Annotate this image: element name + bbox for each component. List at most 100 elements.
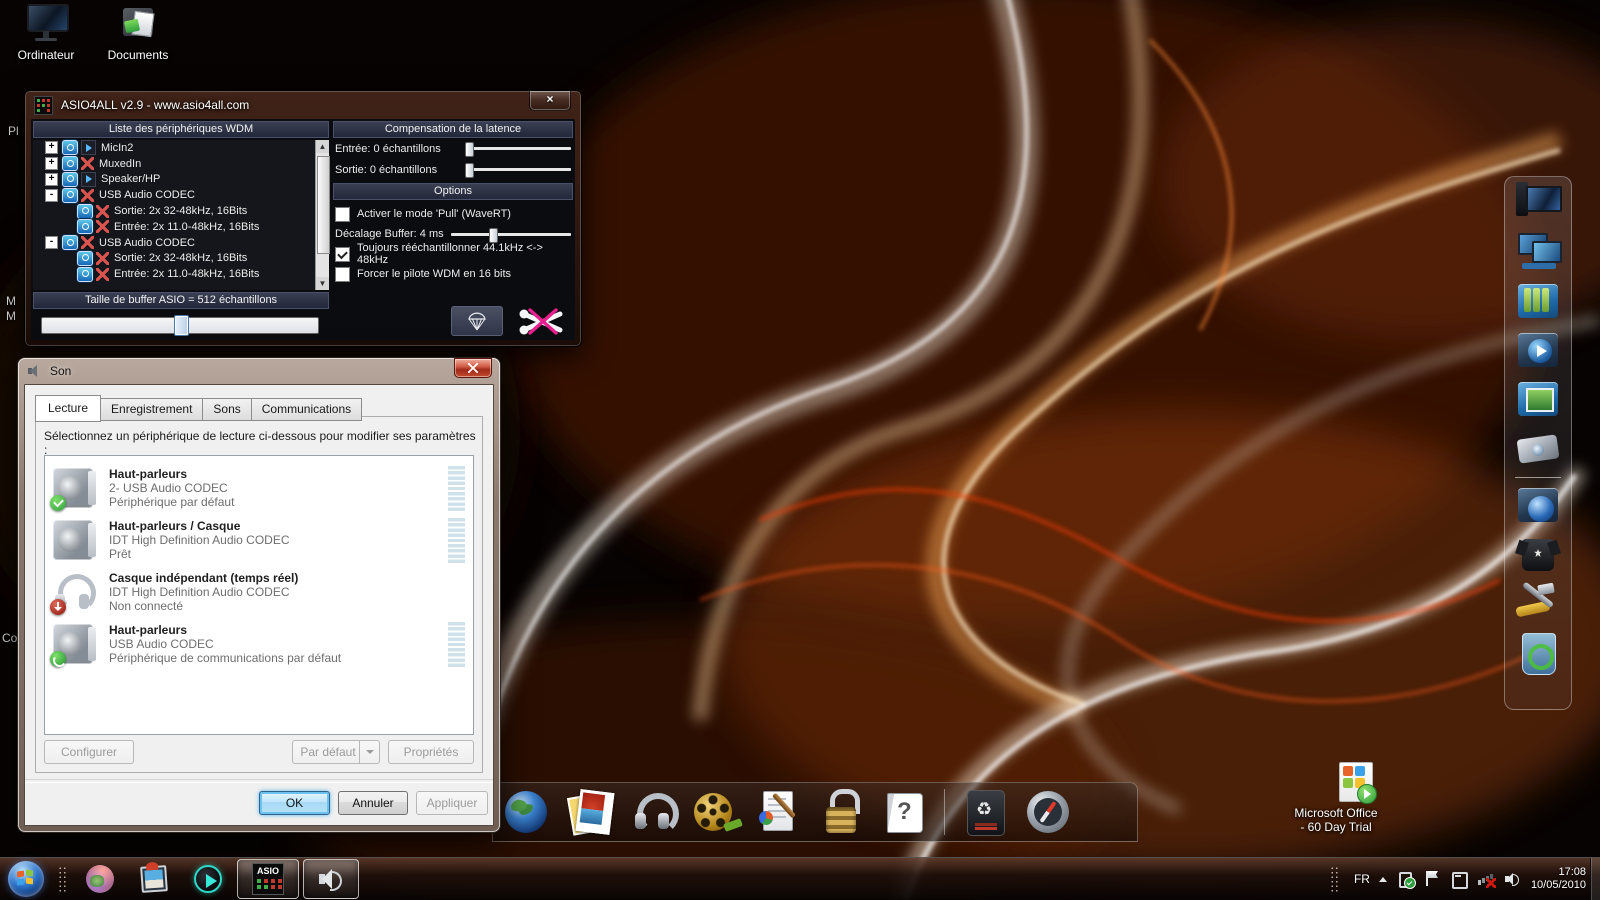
sound-close-button[interactable] — [454, 358, 492, 378]
network-disconnected-icon[interactable] — [1477, 870, 1495, 888]
expand-icon[interactable]: + — [45, 157, 58, 170]
force-16bit-checkbox[interactable] — [335, 267, 350, 282]
folder-internet-icon[interactable] — [1514, 484, 1562, 528]
tree-row[interactable]: +MicIn2 — [33, 140, 329, 156]
show-desktop-button[interactable] — [1590, 858, 1600, 900]
documents-icon[interactable] — [755, 789, 801, 835]
photos-icon[interactable] — [566, 789, 612, 835]
projector-icon[interactable] — [1514, 427, 1562, 471]
slider-thumb[interactable] — [174, 315, 189, 336]
display-icon[interactable] — [1450, 870, 1468, 888]
network-icon[interactable] — [1514, 231, 1562, 275]
system-tray: FR 17:08 10/05/2010 — [1324, 858, 1586, 900]
clock[interactable]: 17:08 10/05/2010 — [1531, 866, 1586, 892]
film-reel-icon[interactable] — [692, 789, 738, 835]
cancel-button[interactable]: Annuler — [338, 791, 408, 815]
folder-binders-icon[interactable] — [1514, 280, 1562, 324]
scroll-down-icon[interactable]: ▼ — [316, 277, 329, 290]
device-row-haut-parleurs-usb[interactable]: Haut-parleurs 2- USB Audio CODEC Périphé… — [45, 462, 473, 514]
taskbar-button-volume[interactable] — [303, 859, 359, 899]
power-icon[interactable] — [77, 251, 93, 266]
desktop-icon-documents[interactable]: Documents — [92, 4, 184, 62]
tree-row[interactable]: +Speaker/HP — [33, 172, 329, 188]
tree-row[interactable]: -USB Audio CODEC — [33, 235, 329, 251]
tree-row[interactable]: -USB Audio CODEC — [33, 187, 329, 203]
playback-device-list[interactable]: Haut-parleurs 2- USB Audio CODEC Périphé… — [44, 455, 474, 735]
power-icon[interactable] — [77, 267, 93, 282]
properties-button[interactable]: Propriétés — [388, 740, 474, 764]
power-icon[interactable] — [62, 156, 78, 171]
folder-pictures-icon[interactable] — [1514, 378, 1562, 422]
image-viewer-icon[interactable] — [139, 864, 169, 894]
resample-checkbox[interactable] — [335, 247, 350, 262]
help-icon[interactable]: ? — [881, 789, 927, 835]
power-icon[interactable] — [62, 188, 78, 203]
scroll-up-icon[interactable]: ▲ — [316, 140, 329, 153]
tab-communications[interactable]: Communications — [252, 398, 362, 421]
asio-close-button[interactable]: × — [529, 91, 571, 111]
wrench-advanced-button[interactable] — [513, 306, 571, 336]
scrollbar-thumb[interactable] — [317, 156, 330, 254]
set-default-button[interactable]: Par défaut — [292, 740, 380, 764]
help-glyph: ? — [897, 798, 912, 826]
volume-icon[interactable] — [1504, 870, 1522, 888]
expand-icon[interactable]: + — [45, 173, 58, 186]
slider-thumb[interactable] — [489, 228, 498, 243]
buffer-size-slider[interactable] — [41, 317, 319, 334]
output-latency-slider[interactable] — [465, 163, 571, 176]
tree-row-child[interactable]: Sortie: 2x 32-48kHz, 16Bits — [33, 251, 329, 267]
collapse-icon[interactable]: - — [45, 236, 58, 249]
power-icon[interactable] — [77, 219, 93, 234]
lock-icon[interactable] — [818, 789, 864, 835]
default-dropdown-arrow[interactable] — [359, 741, 379, 763]
collapse-icon[interactable]: - — [45, 189, 58, 202]
tab-lecture[interactable]: Lecture — [35, 395, 101, 422]
sound-titlebar[interactable]: Son — [18, 358, 500, 384]
slider-thumb[interactable] — [465, 163, 474, 178]
headphones-icon[interactable] — [629, 789, 675, 835]
usb-device-icon[interactable] — [1396, 870, 1414, 888]
ok-button[interactable]: OK — [259, 791, 330, 815]
media-player-icon[interactable] — [193, 864, 223, 894]
action-center-flag-icon[interactable] — [1423, 870, 1441, 888]
tree-scrollbar[interactable]: ▲ ▼ — [315, 140, 329, 290]
recycle-bin-blue-icon[interactable] — [1514, 631, 1562, 675]
expand-icon[interactable]: + — [45, 141, 58, 154]
compass-icon[interactable] — [1025, 789, 1071, 835]
apply-button[interactable]: Appliquer — [416, 791, 488, 815]
parachute-button[interactable] — [451, 306, 503, 336]
hidden-icons-arrow[interactable] — [1379, 877, 1387, 882]
configure-button[interactable]: Configurer — [44, 740, 134, 764]
power-icon[interactable] — [62, 235, 78, 250]
desktop-icon-office[interactable]: Microsoft Office - 60 Day Trial — [1288, 762, 1384, 834]
tab-enregistrement[interactable]: Enregistrement — [101, 398, 203, 421]
browser-globe-icon[interactable] — [85, 864, 115, 894]
language-indicator[interactable]: FR — [1354, 872, 1370, 886]
tshirt-icon[interactable] — [1514, 533, 1562, 577]
hammer-icon[interactable] — [1514, 582, 1562, 626]
device-row-haut-parleurs-comm[interactable]: Haut-parleurs USB Audio CODEC Périphériq… — [45, 618, 473, 670]
computer-icon[interactable] — [1514, 182, 1562, 226]
recycle-bin-icon[interactable]: ♻ — [962, 789, 1008, 835]
tree-row-child[interactable]: Sortie: 2x 32-48kHz, 16Bits — [33, 203, 329, 219]
power-icon[interactable] — [62, 172, 78, 187]
taskbar-button-asio4all[interactable]: ASIO — [237, 859, 299, 899]
tab-sons[interactable]: Sons — [203, 398, 251, 421]
asio-titlebar[interactable]: ASIO4ALL v2.9 - www.asio4all.com — [25, 91, 581, 119]
tree-row-child[interactable]: Entrée: 2x 11.0-48kHz, 16Bits — [33, 266, 329, 282]
tree-row[interactable]: +MuxedIn — [33, 156, 329, 172]
device-row-casque-independant[interactable]: Casque indépendant (temps réel) IDT High… — [45, 566, 473, 618]
tree-row-child[interactable]: Entrée: 2x 11.0-48kHz, 16Bits — [33, 219, 329, 235]
slider-thumb[interactable] — [465, 142, 474, 157]
folder-videos-icon[interactable] — [1514, 329, 1562, 373]
desktop-icon-ordinateur[interactable]: Ordinateur — [0, 4, 92, 62]
latency-input-row: Entrée: 0 échantillons — [333, 138, 573, 159]
start-button[interactable] — [8, 861, 44, 897]
power-icon[interactable] — [62, 140, 78, 155]
buffer-offset-slider[interactable] — [451, 228, 571, 241]
input-latency-slider[interactable] — [465, 142, 571, 155]
pull-mode-checkbox[interactable] — [335, 207, 350, 222]
globe-icon[interactable] — [503, 789, 549, 835]
power-icon[interactable] — [77, 204, 93, 219]
device-row-haut-parleurs-casque[interactable]: Haut-parleurs / Casque IDT High Definiti… — [45, 514, 473, 566]
